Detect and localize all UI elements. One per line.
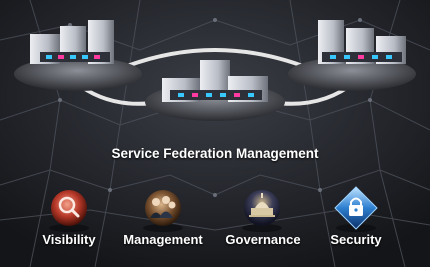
capability-labels: Visibility Management Governance Securit… <box>0 232 430 252</box>
page-title: Service Federation Management <box>111 146 319 161</box>
governance-label: Governance <box>225 232 301 247</box>
visibility-label: Visibility <box>42 232 96 247</box>
security-label: Security <box>330 232 382 247</box>
background-illustration <box>0 0 430 267</box>
management-label: Management <box>123 232 203 247</box>
